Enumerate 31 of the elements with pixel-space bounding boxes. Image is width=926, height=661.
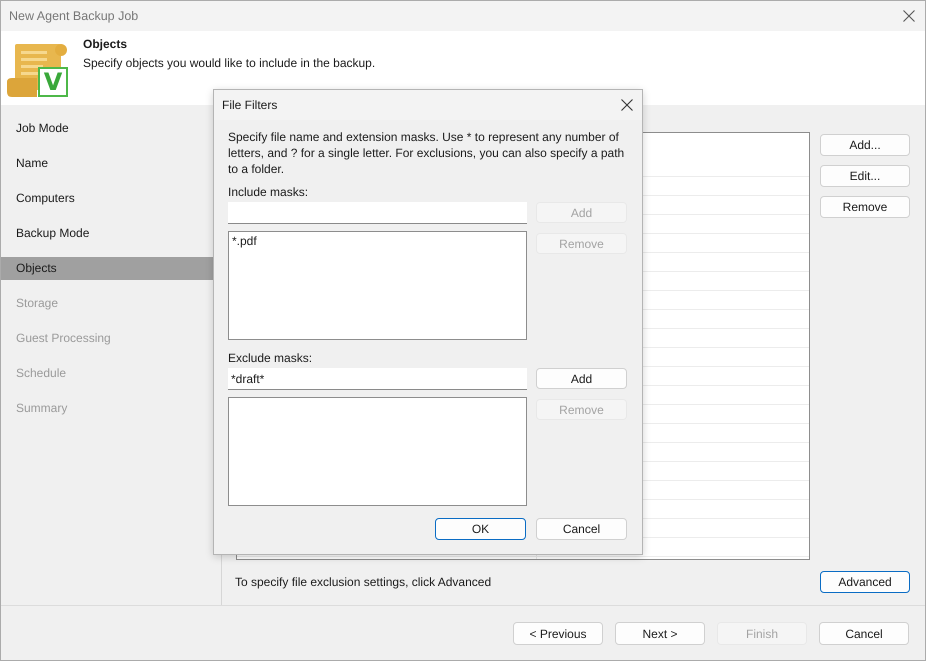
list-item[interactable]: *.pdf: [231, 233, 258, 249]
close-icon[interactable]: [621, 99, 633, 111]
step-item[interactable]: Objects: [1, 257, 213, 280]
wizard-nav-button[interactable]: < Previous: [513, 622, 603, 645]
instructions-text: Specify file name and extension masks. Use * to represent any number of letters, and ? for a single letter. For exclusions, you can also specify a path to a folder.: [228, 129, 626, 177]
page-title: Objects: [83, 36, 128, 52]
list-action-button[interactable]: Remove: [820, 196, 910, 218]
page-subtitle: Specify objects you would like to include in the backup.: [83, 55, 376, 71]
window-title: New Agent Backup Job: [9, 9, 138, 23]
masks-list[interactable]: [228, 397, 527, 506]
step-item[interactable]: Computers: [1, 187, 213, 210]
section-label: Exclude masks:: [228, 350, 312, 366]
mask-input-field[interactable]: [228, 202, 527, 224]
mask-input-field[interactable]: *draft*: [228, 368, 527, 390]
wizard-nav-button[interactable]: Next >: [615, 622, 705, 645]
wizard-nav-button[interactable]: Cancel: [819, 622, 909, 645]
logo-letter: V: [38, 67, 68, 97]
add-button[interactable]: Add: [536, 368, 627, 389]
dialog-button[interactable]: Cancel: [536, 518, 627, 540]
step-item[interactable]: Job Mode: [1, 117, 213, 140]
dialog-button[interactable]: OK: [435, 518, 526, 540]
advanced-button[interactable]: Advanced: [820, 571, 910, 593]
masks-list[interactable]: *.pdf: [228, 231, 527, 340]
step-item[interactable]: Backup Mode: [1, 222, 213, 245]
section-label: Include masks:: [228, 184, 308, 200]
close-icon[interactable]: [903, 10, 915, 22]
hint-text: To specify file exclusion settings, click Advanced: [235, 575, 492, 589]
dialog-title: File Filters: [222, 98, 278, 112]
list-action-button[interactable]: Add...: [820, 134, 910, 156]
list-action-button[interactable]: Edit...: [820, 165, 910, 187]
step-item[interactable]: Name: [1, 152, 213, 175]
